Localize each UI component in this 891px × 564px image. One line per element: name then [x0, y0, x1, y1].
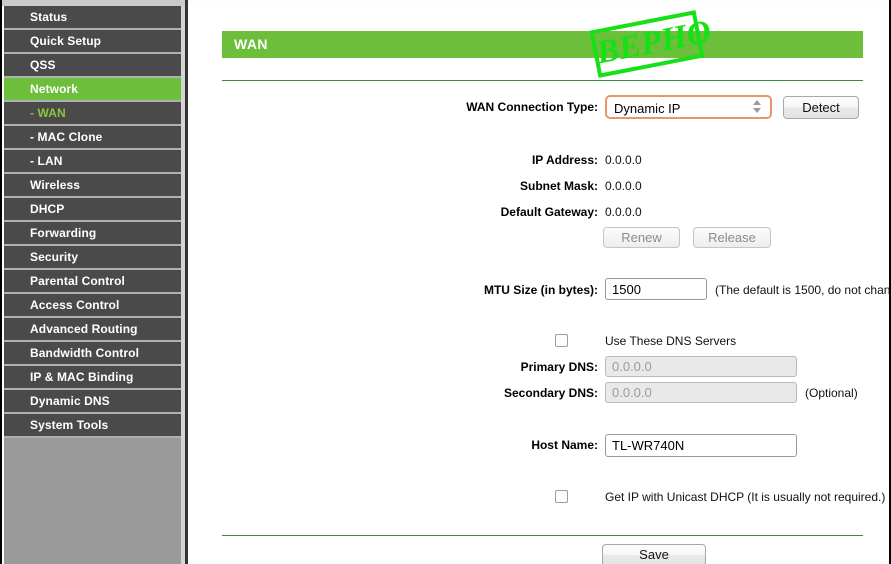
release-button[interactable]: Release: [693, 227, 771, 248]
sidebar-item-wan[interactable]: - WAN: [4, 102, 185, 126]
sidebar-item-forwarding[interactable]: Forwarding: [4, 222, 185, 246]
subnet-mask-value: 0.0.0.0: [605, 179, 642, 193]
router-admin-page: Status Quick Setup QSS Network - WAN - MAC Cl…: [0, 0, 891, 564]
sidebar-item-access-control[interactable]: Access Control: [4, 294, 185, 318]
mtu-size-input[interactable]: [605, 278, 707, 300]
primary-dns-label: Primary DNS:: [520, 360, 598, 374]
page-title: WAN: [234, 36, 268, 52]
secondary-dns-optional-note: (Optional): [805, 386, 858, 400]
sidebar-item-advanced-routing[interactable]: Advanced Routing: [4, 318, 185, 342]
sidebar-item-parental-control[interactable]: Parental Control: [4, 270, 185, 294]
spinner-arrows-icon[interactable]: [752, 100, 761, 116]
wan-connection-type-value: Dynamic IP: [614, 101, 681, 116]
subnet-mask-label: Subnet Mask:: [519, 179, 598, 193]
unicast-dhcp-label: Get IP with Unicast DHCP (It is usually …: [605, 490, 886, 504]
top-divider: [222, 80, 863, 81]
detect-button[interactable]: Detect: [783, 96, 859, 119]
ip-address-value: 0.0.0.0: [605, 153, 642, 167]
sidebar-item-status[interactable]: Status: [4, 6, 185, 30]
sidebar-item-system-tools[interactable]: System Tools: [4, 414, 185, 438]
sidebar-filler: [4, 438, 185, 564]
sidebar-menu: Status Quick Setup QSS Network - WAN - MAC Cl…: [4, 6, 185, 438]
mtu-note: (The default is 1500, do not change unle…: [715, 283, 891, 297]
sidebar-item-mac-clone[interactable]: - MAC Clone: [4, 126, 185, 150]
wan-connection-type-label: WAN Connection Type:: [466, 100, 598, 114]
use-these-dns-servers-label: Use These DNS Servers: [605, 334, 737, 348]
save-button[interactable]: Save: [602, 544, 706, 564]
content-area: WAN WAN Connection Type: Dynamic IP Dete…: [188, 6, 891, 564]
sidebar-item-lan[interactable]: - LAN: [4, 150, 185, 174]
sidebar: Status Quick Setup QSS Network - WAN - MAC Cl…: [4, 6, 185, 564]
renew-button[interactable]: Renew: [603, 227, 680, 248]
sidebar-item-quick-setup[interactable]: Quick Setup: [4, 30, 185, 54]
primary-dns-input[interactable]: [605, 356, 797, 377]
secondary-dns-label: Secondary DNS:: [503, 386, 598, 400]
sidebar-item-network[interactable]: Network: [4, 78, 185, 102]
sidebar-item-bandwidth-control[interactable]: Bandwidth Control: [4, 342, 185, 366]
ip-address-label: IP Address:: [531, 153, 598, 167]
sidebar-item-dhcp[interactable]: DHCP: [4, 198, 185, 222]
verno-watermark-stamp: ВЕРНО: [589, 10, 715, 78]
host-name-label: Host Name:: [531, 438, 598, 452]
sidebar-item-dynamic-dns[interactable]: Dynamic DNS: [4, 390, 185, 414]
sidebar-item-wireless[interactable]: Wireless: [4, 174, 185, 198]
secondary-dns-input[interactable]: [605, 382, 797, 403]
page-banner: WAN: [222, 31, 863, 58]
sidebar-item-security[interactable]: Security: [4, 246, 185, 270]
bottom-divider: [222, 535, 863, 536]
sidebar-item-qss[interactable]: QSS: [4, 54, 185, 78]
default-gateway-value: 0.0.0.0: [605, 205, 642, 219]
wan-connection-type-select[interactable]: Dynamic IP: [605, 95, 772, 119]
host-name-input[interactable]: [605, 434, 797, 457]
sidebar-item-ip-mac-binding[interactable]: IP & MAC Binding: [4, 366, 185, 390]
default-gateway-label: Default Gateway:: [500, 205, 598, 219]
mtu-size-label: MTU Size (in bytes):: [483, 283, 598, 297]
watermark-text: ВЕРНО: [593, 13, 715, 72]
unicast-dhcp-checkbox[interactable]: [555, 490, 568, 503]
use-these-dns-servers-checkbox[interactable]: [555, 334, 568, 347]
